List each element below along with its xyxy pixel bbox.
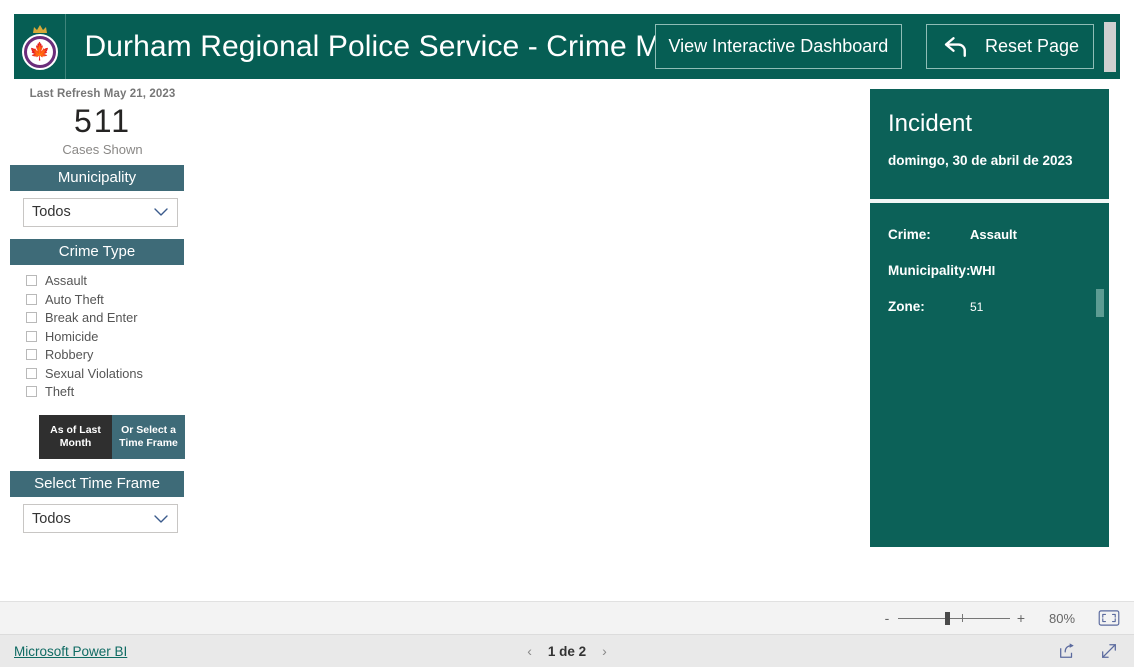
incident-field-key: Crime: [888, 227, 931, 242]
chevron-left-icon[interactable]: ‹ [527, 643, 532, 659]
filters-panel: Last Refresh May 21, 2023 511 Cases Show… [10, 88, 195, 534]
crime-type-option[interactable]: Robbery [26, 346, 195, 365]
crime-type-label: Robbery [45, 347, 94, 363]
or-select-timeframe-toggle[interactable]: Or Select a Time Frame [112, 415, 185, 460]
incident-field-value: Assault [970, 227, 1017, 242]
crime-type-label: Break and Enter [45, 310, 138, 326]
reset-page-button[interactable]: Reset Page [925, 24, 1094, 69]
app-header: 🍁 Durham Regional Police Service - Crime… [14, 14, 1120, 79]
report-canvas: 🍁 Durham Regional Police Service - Crime… [0, 0, 1134, 592]
crime-type-option[interactable]: Theft [26, 383, 195, 402]
time-frame-dropdown[interactable]: Todos [23, 504, 178, 534]
durham-police-badge-icon: 🍁 [20, 24, 60, 70]
incident-date: domingo, 30 de abril de 2023 [888, 153, 1073, 169]
crime-type-label: Auto Theft [45, 291, 104, 307]
incident-field-zone: Zone: 51 [870, 299, 1109, 335]
crown-icon [32, 24, 47, 33]
zoom-in-button[interactable]: + [1014, 610, 1028, 626]
checkbox-icon[interactable] [26, 330, 37, 342]
crime-type-option[interactable]: Homicide [26, 327, 195, 346]
zoom-slider[interactable] [898, 611, 1010, 625]
checkbox-icon[interactable] [26, 293, 37, 305]
checkbox-icon[interactable] [26, 349, 37, 361]
crime-type-list: Assault Auto Theft Break and Enter Homic… [26, 272, 195, 402]
checkbox-icon[interactable] [26, 386, 37, 398]
incident-scrollbar-thumb[interactable] [1096, 289, 1104, 317]
incident-details: Crime: Assault Municipality: WHI Zone: 5… [870, 203, 1109, 335]
view-interactive-dashboard-label: View Interactive Dashboard [668, 36, 889, 56]
badge-circle: 🍁 [21, 33, 58, 70]
crime-type-label: Theft [45, 384, 75, 400]
undo-arrow-icon [944, 36, 966, 57]
crime-type-option[interactable]: Assault [26, 272, 195, 291]
municipality-selected-value: Todos [32, 204, 71, 221]
crime-type-header: Crime Type [10, 238, 184, 265]
zoom-toolbar: - + 80% [0, 601, 1134, 634]
as-of-last-month-toggle[interactable]: As of Last Month [39, 415, 112, 460]
incident-field-municipality: Municipality: WHI [870, 263, 1109, 299]
chevron-down-icon [154, 208, 168, 216]
power-bi-link[interactable]: Microsoft Power BI [14, 644, 127, 659]
zoom-slider-tick [962, 614, 963, 622]
incident-field-value: WHI [970, 263, 996, 278]
fit-to-page-icon[interactable] [1098, 610, 1120, 626]
crime-type-label: Sexual Violations [45, 365, 143, 381]
zoom-slider-track [898, 617, 1010, 619]
incident-title: Incident [888, 110, 973, 137]
checkbox-icon[interactable] [26, 275, 37, 287]
checkbox-icon[interactable] [26, 367, 37, 379]
crime-type-option[interactable]: Break and Enter [26, 309, 195, 328]
crime-type-option[interactable]: Auto Theft [26, 290, 195, 309]
page-indicator: 1 de 2 [547, 643, 587, 659]
incident-header: Incident domingo, 30 de abril de 2023 [870, 89, 1109, 199]
zoom-out-button[interactable]: - [880, 610, 894, 626]
cases-shown-value: 511 [73, 103, 131, 139]
zoom-slider-thumb[interactable] [945, 612, 950, 625]
incident-field-value: 51 [970, 300, 984, 314]
incident-field-key: Zone: [888, 299, 925, 314]
footer-actions [1058, 642, 1134, 660]
incident-field-key: Municipality: [888, 263, 971, 278]
zoom-level-label: 80% [1048, 610, 1076, 626]
time-frame-selected-value: Todos [32, 510, 71, 527]
select-time-frame-header: Select Time Frame [10, 471, 184, 498]
municipality-header: Municipality [10, 164, 184, 191]
reset-page-label: Reset Page [984, 36, 1080, 56]
crime-type-option[interactable]: Sexual Violations [26, 364, 195, 383]
last-refresh-label: Last Refresh May 21, 2023 [29, 88, 176, 100]
view-interactive-dashboard-button[interactable]: View Interactive Dashboard [654, 24, 902, 69]
cases-shown-label: Cases Shown [62, 141, 143, 157]
page-navigation: ‹ 1 de 2 › [527, 643, 607, 659]
expand-arrow-icon[interactable] [1100, 642, 1118, 660]
logo-cell: 🍁 [14, 14, 67, 79]
app-footer: Microsoft Power BI ‹ 1 de 2 › [0, 634, 1134, 667]
crime-type-label: Homicide [45, 328, 99, 344]
incident-field-crime: Crime: Assault [870, 227, 1109, 263]
share-icon[interactable] [1058, 642, 1076, 660]
timeframe-toggle-group: As of Last Month Or Select a Time Frame [39, 415, 195, 460]
incident-card: Incident domingo, 30 de abril de 2023 Cr… [870, 89, 1109, 547]
crime-type-label: Assault [45, 273, 87, 289]
badge-inner: 🍁 [26, 38, 53, 65]
header-scrollbar-thumb[interactable] [1103, 21, 1116, 72]
chevron-right-icon[interactable]: › [602, 643, 607, 659]
checkbox-icon[interactable] [26, 312, 37, 324]
chevron-down-icon [154, 514, 168, 523]
page-title: Durham Regional Police Service - Crime M… [84, 29, 655, 63]
municipality-dropdown[interactable]: Todos [23, 197, 178, 227]
app-root: 🍁 Durham Regional Police Service - Crime… [0, 0, 1134, 667]
maple-leaf-icon: 🍁 [29, 42, 51, 61]
